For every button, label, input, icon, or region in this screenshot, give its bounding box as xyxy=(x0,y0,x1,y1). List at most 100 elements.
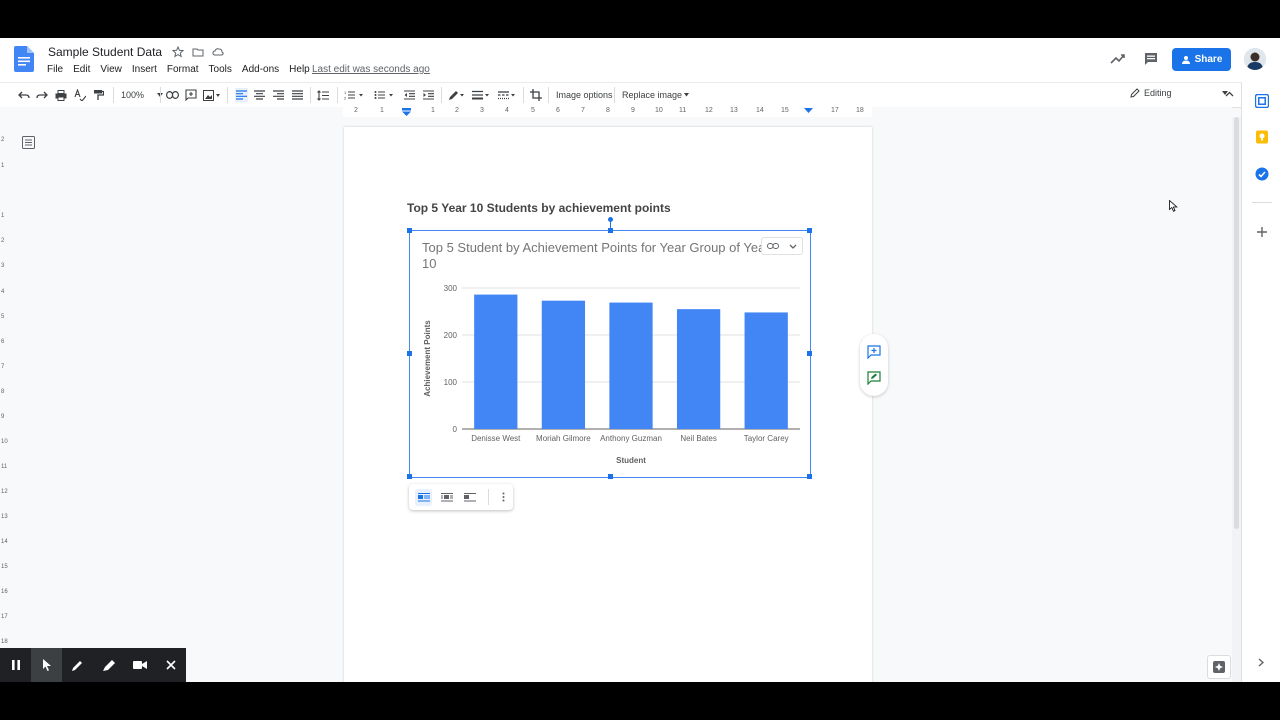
ruler-label: 17 xyxy=(831,107,839,114)
comment-history-icon[interactable] xyxy=(1144,52,1158,66)
x-tick-label: Neil Bates xyxy=(680,434,716,443)
cloud-status-icon[interactable] xyxy=(212,45,224,57)
explore-icon xyxy=(1213,661,1225,673)
insert-image-icon[interactable] xyxy=(203,88,221,102)
document-page[interactable]: Top 5 Year 10 Students by achievement po… xyxy=(344,127,872,682)
activity-dashboard-icon[interactable] xyxy=(1110,52,1126,66)
menu-file[interactable]: File xyxy=(47,64,63,75)
menu-insert[interactable]: Insert xyxy=(132,64,157,75)
document-title[interactable]: Sample Student Data xyxy=(48,45,162,59)
decrease-indent-icon[interactable] xyxy=(404,88,415,102)
chart-link-options[interactable] xyxy=(761,237,803,255)
print-icon[interactable] xyxy=(55,88,67,102)
insert-link-icon[interactable] xyxy=(166,88,179,102)
pointer-icon[interactable] xyxy=(31,648,62,682)
last-edit-link[interactable]: Last edit was seconds ago xyxy=(312,64,430,75)
resize-handle[interactable] xyxy=(608,228,613,233)
share-label: Share xyxy=(1194,54,1223,65)
calendar-icon[interactable] xyxy=(1255,94,1269,108)
y-axis-title: Achievement Points xyxy=(423,320,432,397)
ruler-label: 7 xyxy=(581,107,585,114)
vertical-ruler[interactable]: 2 1 1 2 3 4 5 6 7 8 9 10 11 12 13 14 15 … xyxy=(0,117,10,682)
document-heading[interactable]: Top 5 Year 10 Students by achievement po… xyxy=(407,201,671,215)
resize-handle[interactable] xyxy=(807,351,812,356)
avatar[interactable] xyxy=(1244,48,1266,70)
crop-icon[interactable] xyxy=(530,88,542,102)
app-window: Sample Student Data File Edit View Inser… xyxy=(0,38,1280,682)
chevron-right-icon[interactable] xyxy=(1258,658,1264,667)
pen-icon[interactable] xyxy=(62,648,93,682)
tasks-icon[interactable] xyxy=(1255,167,1269,181)
docs-logo-icon[interactable] xyxy=(14,46,34,72)
ruler-label: 5 xyxy=(1,314,5,320)
camera-icon[interactable] xyxy=(124,648,155,682)
pause-icon[interactable] xyxy=(0,648,31,682)
increase-indent-icon[interactable] xyxy=(423,88,434,102)
border-color-icon[interactable] xyxy=(448,88,466,102)
menu-tools[interactable]: Tools xyxy=(209,64,232,75)
resize-handle[interactable] xyxy=(407,228,412,233)
y-tick-label: 300 xyxy=(444,284,458,293)
highlighter-icon[interactable] xyxy=(93,648,124,682)
line-spacing-icon[interactable] xyxy=(317,88,329,102)
suggest-edit-icon[interactable] xyxy=(867,371,881,385)
ruler-label: 1 xyxy=(1,213,5,219)
screen-recorder-toolbar xyxy=(0,648,186,682)
zoom-select[interactable]: 100% xyxy=(121,88,164,102)
break-text-icon xyxy=(463,492,476,501)
menu-edit[interactable]: Edit xyxy=(73,64,90,75)
resize-handle[interactable] xyxy=(407,351,412,356)
resize-handle[interactable] xyxy=(608,474,613,479)
wrap-text-option[interactable] xyxy=(438,489,455,506)
close-icon[interactable] xyxy=(155,648,186,682)
border-weight-icon[interactable] xyxy=(472,88,490,102)
document-outline-icon[interactable] xyxy=(22,136,35,149)
ruler-label: 4 xyxy=(1,289,5,295)
resize-handle[interactable] xyxy=(807,474,812,479)
scrollbar-thumb[interactable] xyxy=(1234,117,1239,529)
break-text-option[interactable] xyxy=(461,489,478,506)
border-dash-icon[interactable] xyxy=(498,88,516,102)
wrap-inline-option[interactable] xyxy=(415,488,432,506)
resize-handle[interactable] xyxy=(807,228,812,233)
chevron-down-icon xyxy=(684,93,690,97)
align-justify-icon[interactable] xyxy=(292,88,303,102)
chart-bar xyxy=(609,302,653,429)
align-right-icon[interactable] xyxy=(273,88,284,102)
add-comment-icon[interactable] xyxy=(185,88,197,102)
add-comment-icon[interactable] xyxy=(867,345,881,360)
y-tick-label: 200 xyxy=(444,331,458,340)
redo-icon[interactable] xyxy=(36,88,48,102)
numbered-list-icon[interactable]: 12 xyxy=(344,88,364,102)
collapse-toolbar-icon[interactable] xyxy=(1225,91,1234,97)
align-center-icon[interactable] xyxy=(254,88,265,102)
bulleted-list-icon[interactable] xyxy=(374,88,394,102)
star-icon[interactable] xyxy=(171,45,185,58)
more-options-button[interactable] xyxy=(495,489,512,506)
add-addon-icon[interactable] xyxy=(1257,227,1267,237)
image-options-button[interactable]: Image options xyxy=(556,88,613,102)
paint-format-icon[interactable] xyxy=(93,88,104,102)
document-scrollbar[interactable] xyxy=(1232,117,1241,682)
resize-handle[interactable] xyxy=(407,474,412,479)
menu-format[interactable]: Format xyxy=(167,64,199,75)
spellcheck-icon[interactable] xyxy=(74,88,86,102)
explore-button[interactable] xyxy=(1207,655,1231,679)
embedded-chart[interactable]: 0 100 200 300 Denisse West Moriah Gilmore Anth… xyxy=(407,217,812,479)
editing-mode-label: Editing xyxy=(1144,88,1172,98)
horizontal-ruler[interactable]: 2 1 1 2 3 4 5 6 7 8 9 10 11 12 13 14 15 … xyxy=(0,107,1232,117)
menu-addons[interactable]: Add-ons xyxy=(242,64,279,75)
replace-image-button[interactable]: Replace image xyxy=(622,88,690,102)
left-indent-marker-icon[interactable] xyxy=(402,108,411,116)
share-button[interactable]: Share xyxy=(1172,48,1231,71)
menu-help[interactable]: Help xyxy=(289,64,310,75)
move-folder-icon[interactable] xyxy=(192,45,204,57)
x-tick-label: Moriah Gilmore xyxy=(536,434,591,443)
align-left-icon[interactable] xyxy=(235,88,248,102)
ruler-label: 10 xyxy=(655,107,663,114)
keep-icon[interactable] xyxy=(1255,130,1269,144)
menu-view[interactable]: View xyxy=(100,64,122,75)
undo-icon[interactable] xyxy=(18,88,30,102)
editing-mode-select[interactable]: Editing xyxy=(1130,88,1228,98)
right-indent-marker-icon[interactable] xyxy=(804,108,813,116)
